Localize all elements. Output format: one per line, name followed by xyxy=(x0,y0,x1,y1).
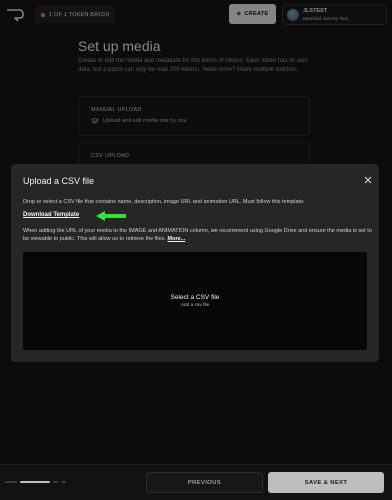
csv-upload-modal: Upload a CSV file Drop or select a CSV f… xyxy=(11,164,379,362)
dropzone-title: Select a CSV file xyxy=(170,294,220,301)
more-link[interactable]: More... xyxy=(168,236,186,242)
info-text: When adding the URL of your media to the… xyxy=(23,228,372,242)
modal-title: Upload a CSV file xyxy=(23,176,95,186)
previous-button[interactable]: PREVIOUS xyxy=(146,472,263,493)
download-template-link[interactable]: Download Template xyxy=(23,212,79,218)
progress-step xyxy=(61,481,66,483)
step-progress xyxy=(5,481,66,483)
progress-step xyxy=(53,481,58,483)
annotation-arrow-icon xyxy=(96,211,126,221)
dropzone-subtitle: Add a csv file xyxy=(180,303,210,308)
modal-description: Drop or select a CSV file that contains … xyxy=(23,199,305,205)
csv-dropzone[interactable]: Select a CSV file Add a csv file xyxy=(23,252,367,350)
progress-step xyxy=(5,481,17,483)
modal-info-text: When adding the URL of your media to the… xyxy=(23,227,373,243)
close-icon[interactable] xyxy=(364,176,372,184)
save-next-button[interactable]: SAVE & NEXT xyxy=(268,472,384,493)
bottom-bar: PREVIOUS SAVE & NEXT xyxy=(0,464,392,500)
app-root: 1 OF 1 TOKEN BATCH + CREATE JLSTEST Mani… xyxy=(0,0,392,500)
progress-step xyxy=(20,481,50,483)
